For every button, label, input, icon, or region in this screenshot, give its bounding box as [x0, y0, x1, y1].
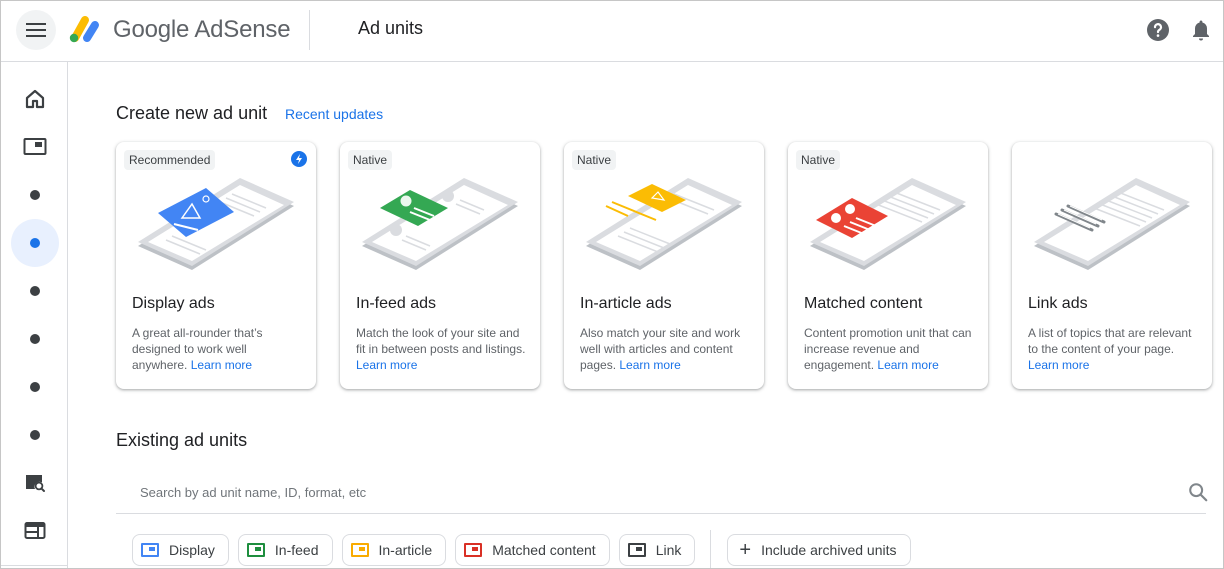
existing-section-heading: Existing ad units	[116, 430, 248, 450]
matched-content-format-icon	[464, 543, 483, 557]
learn-more-link[interactable]: Learn more	[619, 358, 680, 372]
help-icon	[1147, 19, 1169, 41]
card-title: In-feed ads	[356, 295, 437, 312]
sidebar-item-8[interactable]	[11, 411, 59, 459]
sidebar-divider	[1, 565, 68, 566]
chip-label: Link	[655, 542, 682, 558]
bell-icon	[1193, 20, 1209, 41]
top-app-bar: Google AdSense Ad units	[1, 1, 1223, 62]
display-format-icon	[141, 543, 159, 557]
help-button[interactable]	[1146, 18, 1170, 42]
brand-name: Google AdSense	[113, 16, 291, 43]
matched-content-illustration	[810, 178, 966, 270]
bolt-icon	[291, 151, 307, 167]
learn-more-link[interactable]: Learn more	[356, 358, 417, 372]
sidebar-item-3[interactable]	[11, 171, 59, 219]
sidebar-item-6[interactable]	[11, 315, 59, 363]
main-content: Create new ad unit Recent updates Recomm…	[69, 63, 1223, 568]
ad-unit-search-input[interactable]	[116, 472, 1206, 514]
learn-more-link[interactable]: Learn more	[877, 358, 938, 372]
policy-search-icon	[26, 475, 45, 492]
card-link-ads[interactable]: Link ads A list of topics that are relev…	[1012, 142, 1212, 389]
header-divider	[309, 10, 310, 50]
ads-icon	[23, 138, 47, 155]
card-title: Matched content	[804, 295, 923, 312]
dot-icon	[30, 430, 40, 440]
learn-more-link[interactable]: Learn more	[1028, 358, 1089, 372]
filter-chip-link[interactable]: Link	[618, 534, 696, 566]
app-window: Google AdSense Ad units Create new ad un…	[0, 0, 1224, 569]
create-section-heading: Create new ad unit	[116, 103, 268, 123]
card-badge: Native	[796, 150, 841, 170]
card-title: Link ads	[1028, 295, 1088, 312]
display-ads-illustration	[138, 178, 294, 270]
card-description: A great all-rounder that’s designed to w…	[132, 325, 304, 373]
dot-icon	[30, 286, 40, 296]
dot-icon	[30, 190, 40, 200]
card-description: A list of topics that are relevant to th…	[1028, 325, 1200, 373]
side-nav	[1, 62, 68, 568]
card-desc-text: A list of topics that are relevant to th…	[1028, 326, 1192, 356]
adsense-logo	[69, 16, 99, 43]
card-description: Content promotion unit that can increase…	[804, 325, 976, 373]
card-in-feed-ads[interactable]: Native In-feed ads Match the look of you…	[340, 142, 540, 389]
card-title: Display ads	[132, 295, 215, 312]
sidebar-item-ads[interactable]	[11, 123, 59, 171]
filter-chip-in-article[interactable]: In-article	[341, 534, 447, 566]
page-title: Ad units	[358, 18, 424, 38]
filter-chip-matched-content[interactable]: Matched content	[455, 534, 610, 566]
filter-chip-display[interactable]: Display	[132, 534, 229, 566]
chip-label: Matched content	[492, 542, 596, 558]
card-description: Match the look of your site and fit in b…	[356, 325, 528, 373]
format-filter-chips: Display In-feed In-article Matched conte…	[132, 530, 920, 568]
card-matched-content[interactable]: Native Matched content Content promotion…	[788, 142, 988, 389]
recent-updates-link[interactable]: Recent updates	[285, 106, 383, 122]
in-article-format-icon	[350, 543, 369, 557]
sidebar-item-7[interactable]	[11, 363, 59, 411]
card-description: Also match your site and work well with …	[580, 325, 752, 373]
dot-icon	[30, 238, 40, 248]
sidebar-item-home[interactable]	[11, 75, 59, 123]
dot-icon	[30, 382, 40, 392]
menu-icon	[26, 23, 46, 37]
in-feed-ads-illustration	[362, 178, 518, 270]
link-ads-illustration	[1034, 178, 1190, 270]
sidebar-item-layout[interactable]	[11, 507, 59, 555]
in-feed-format-icon	[246, 543, 265, 557]
card-title: In-article ads	[580, 295, 672, 312]
chip-label: In-feed	[274, 542, 319, 558]
in-article-ads-illustration	[586, 178, 742, 270]
chip-label: Display	[169, 542, 215, 558]
filter-chip-in-feed[interactable]: In-feed	[237, 534, 333, 566]
sidebar-item-5[interactable]	[11, 267, 59, 315]
chip-label: Include archived units	[761, 542, 897, 558]
search-icon[interactable]	[1187, 481, 1209, 503]
card-desc-text: Match the look of your site and fit in b…	[356, 326, 526, 356]
notifications-button[interactable]	[1189, 18, 1213, 42]
plus-icon: +	[739, 539, 752, 561]
chip-label: In-article	[378, 542, 433, 558]
layout-icon	[24, 522, 46, 539]
card-badge: Native	[572, 150, 617, 170]
card-badge: Recommended	[124, 150, 216, 170]
sidebar-item-policy[interactable]	[11, 459, 59, 507]
home-icon	[25, 89, 45, 109]
dot-icon	[30, 334, 40, 344]
card-display-ads[interactable]: Recommended Display ads A great all-roun…	[116, 142, 316, 389]
link-format-icon	[627, 543, 646, 557]
sidebar-item-4-active[interactable]	[11, 219, 59, 267]
card-badge: Native	[348, 150, 393, 170]
chips-divider	[710, 530, 712, 568]
include-archived-chip[interactable]: + Include archived units	[727, 534, 911, 566]
learn-more-link[interactable]: Learn more	[191, 358, 252, 372]
card-in-article-ads[interactable]: Native In-article ads Also match your si…	[564, 142, 764, 389]
main-menu-button[interactable]	[16, 10, 56, 50]
